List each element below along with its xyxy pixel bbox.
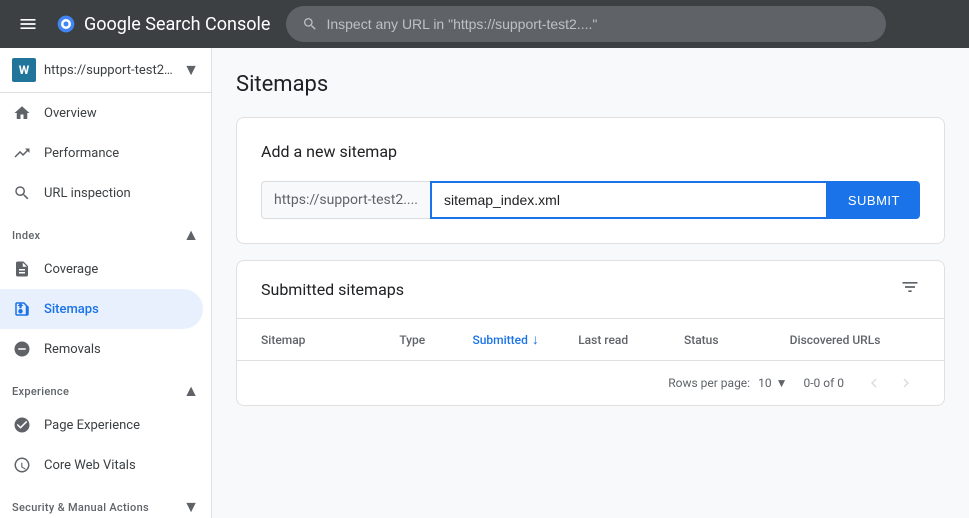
site-url: https://support-test2...../: [44, 63, 175, 78]
sitemap-url-input[interactable]: [430, 181, 828, 219]
sidebar-item-overview[interactable]: Overview: [0, 93, 203, 133]
experience-section-header[interactable]: Experience ▲: [0, 369, 211, 405]
security-section-label: Security & Manual Actions: [12, 501, 149, 514]
pagination-controls: [860, 369, 920, 397]
sitemap-icon: [12, 300, 32, 318]
col-sitemap: Sitemap: [261, 331, 391, 348]
app-logo: Google Search Console: [56, 14, 270, 35]
rows-per-page-value: 10: [758, 376, 772, 390]
table-footer: Rows per page: 10 ▼ 0-0 of 0: [237, 361, 944, 405]
security-section-header[interactable]: Security & Manual Actions ▼: [0, 485, 211, 518]
app-title: Google Search Console: [84, 14, 270, 35]
site-favicon: W: [12, 58, 36, 82]
chevron-down-icon: ▼: [183, 60, 199, 80]
sidebar-item-core-web-vitals[interactable]: Core Web Vitals: [0, 445, 203, 485]
add-sitemap-title: Add a new sitemap: [261, 142, 920, 161]
main-content: Sitemaps Add a new sitemap https://suppo…: [212, 48, 969, 518]
removals-icon: [12, 340, 32, 358]
sidebar-item-performance-label: Performance: [44, 146, 119, 161]
site-selector[interactable]: W https://support-test2...../ ▼: [0, 48, 211, 93]
col-discovered-urls: Discovered URLs: [790, 331, 920, 348]
add-sitemap-card: Add a new sitemap https://support-test2.…: [236, 117, 945, 244]
search-small-icon: [12, 184, 32, 202]
prev-page-button[interactable]: [860, 369, 888, 397]
menu-icon[interactable]: [16, 14, 40, 34]
submitted-sitemaps-header: Submitted sitemaps: [237, 261, 944, 319]
sidebar-item-overview-label: Overview: [44, 106, 97, 121]
sidebar-item-removals[interactable]: Removals: [0, 329, 203, 369]
submitted-sitemaps-card: Submitted sitemaps Sitemap Type Submitte…: [236, 260, 945, 406]
home-icon: [12, 104, 32, 122]
core-web-vitals-icon: [12, 456, 32, 474]
next-page-button[interactable]: [892, 369, 920, 397]
sidebar-item-url-inspection-label: URL inspection: [44, 186, 131, 201]
sidebar-item-page-experience[interactable]: Page Experience: [0, 405, 203, 445]
sidebar-item-sitemaps[interactable]: Sitemaps: [0, 289, 203, 329]
search-input[interactable]: [326, 16, 870, 32]
filter-icon[interactable]: [900, 277, 920, 302]
topbar: Google Search Console: [0, 0, 969, 48]
sidebar: W https://support-test2...../ ▼ Overview…: [0, 48, 212, 518]
col-type: Type: [399, 331, 464, 348]
index-section-label: Index: [12, 229, 40, 242]
col-status: Status: [684, 331, 782, 348]
security-chevron-down-icon: ▼: [183, 497, 199, 517]
index-chevron-up-icon: ▲: [183, 225, 199, 245]
index-section-header[interactable]: Index ▲: [0, 213, 211, 249]
sidebar-item-removals-label: Removals: [44, 342, 101, 357]
sidebar-item-coverage[interactable]: Coverage: [0, 249, 203, 289]
rows-count: 0-0 of 0: [803, 376, 844, 390]
layout: W https://support-test2...../ ▼ Overview…: [0, 48, 969, 518]
site-prefix: https://support-test2....: [261, 181, 430, 219]
search-bar[interactable]: [286, 6, 886, 42]
submit-button[interactable]: SUBMIT: [828, 181, 920, 219]
sort-arrow-icon: ↓: [532, 331, 539, 348]
sidebar-item-coverage-label: Coverage: [44, 262, 98, 277]
sidebar-item-page-experience-label: Page Experience: [44, 418, 140, 433]
file-icon: [12, 260, 32, 278]
rows-per-page-label: Rows per page:: [668, 376, 750, 390]
search-icon: [302, 16, 318, 32]
rows-per-page: Rows per page: 10 ▼: [668, 376, 787, 390]
submitted-sitemaps-title: Submitted sitemaps: [261, 280, 404, 299]
table-header: Sitemap Type Submitted ↓ Last read Statu…: [237, 319, 944, 361]
col-last-read: Last read: [578, 331, 676, 348]
sidebar-item-url-inspection[interactable]: URL inspection: [0, 173, 203, 213]
experience-section-label: Experience: [12, 385, 69, 398]
page-experience-icon: [12, 416, 32, 434]
rows-per-page-select[interactable]: 10 ▼: [758, 376, 787, 390]
sidebar-item-core-web-vitals-label: Core Web Vitals: [44, 458, 136, 473]
trending-up-icon: [12, 144, 32, 162]
add-sitemap-form: https://support-test2.... SUBMIT: [261, 181, 920, 219]
col-submitted[interactable]: Submitted ↓: [472, 331, 570, 348]
sidebar-item-performance[interactable]: Performance: [0, 133, 203, 173]
sidebar-item-sitemaps-label: Sitemaps: [44, 302, 99, 317]
experience-chevron-up-icon: ▲: [183, 381, 199, 401]
page-title: Sitemaps: [236, 72, 945, 97]
rows-chevron-icon: ▼: [776, 376, 788, 390]
